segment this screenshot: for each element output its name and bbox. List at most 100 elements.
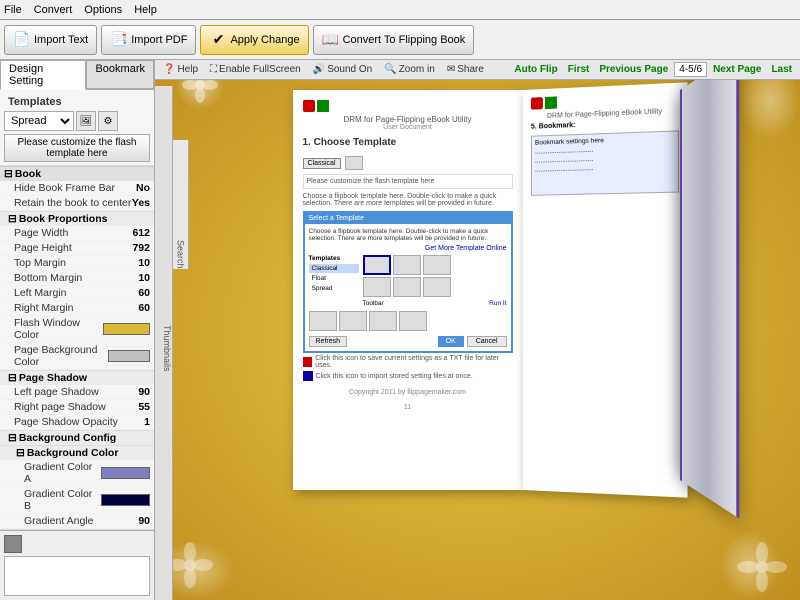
fullscreen-icon: ⛶ (210, 64, 217, 75)
page-width-row: Page Width 612 (0, 226, 154, 241)
tab-design-setting[interactable]: Design Setting (0, 60, 86, 90)
templates-list-label: Templates (309, 255, 359, 262)
template-dialog: Select a Template Choose a flipbook temp… (303, 211, 513, 353)
note-row-1: Click this icon to save current settings… (303, 355, 513, 369)
template-icon-2[interactable]: ⚙ (98, 111, 118, 131)
template-section: Templates Spread 🖼 ⚙ Please customize th… (0, 90, 154, 166)
page-header: DRM for Page-Flipping eBook Utility User… (303, 100, 513, 131)
thumb-9[interactable] (369, 311, 397, 331)
search-label[interactable]: Search (176, 240, 186, 269)
book-area: ❓ Help ⛶ Enable FullScreen 🔊 Sound On 🔍 … (155, 60, 800, 600)
page-bg-swatch[interactable] (108, 350, 150, 362)
thumb-7[interactable] (309, 311, 337, 331)
thumb-10[interactable] (399, 311, 427, 331)
prev-page-button[interactable]: Previous Page (595, 63, 672, 76)
hide-frame-row: Hide Book Frame Bar No (0, 181, 154, 196)
cancel-btn[interactable]: Cancel (467, 336, 507, 347)
help-icon: ❓ (163, 64, 175, 75)
dialog-desc: Choose a flipbook template here. Double-… (309, 228, 507, 242)
templates-label: Templates (4, 93, 150, 111)
note-icon-2 (303, 371, 313, 381)
flash-window-swatch[interactable] (103, 323, 150, 335)
template-float[interactable]: Float (309, 274, 359, 283)
last-page-button[interactable]: Last (767, 63, 796, 76)
note-icon-1 (303, 357, 313, 367)
thumb-6[interactable] (423, 277, 451, 297)
thumbnails-label[interactable]: Thumbnails (162, 325, 172, 372)
left-panel: Design Setting Bookmark Templates Spread… (0, 60, 155, 600)
dialog-footer-row: Refresh OK Cancel (309, 336, 507, 347)
left-shadow-row: Left page Shadow 90 (0, 385, 154, 400)
user-doc: User Document (303, 124, 513, 131)
thumb-1[interactable] (363, 255, 391, 275)
thumb-2[interactable] (393, 255, 421, 275)
more-link[interactable]: Get More Template Online (309, 245, 507, 252)
page-bg-row: Page Background Color (0, 343, 154, 370)
template-icon-1[interactable]: 🖼 (76, 111, 96, 131)
menu-help[interactable]: Help (134, 4, 157, 16)
dialog-action-btns: OK Cancel (438, 336, 507, 347)
template-classical[interactable]: Classical (309, 264, 359, 273)
apply-icon: ✔ (209, 31, 227, 49)
convert-button[interactable]: 📖 Convert To Flipping Book (313, 25, 475, 55)
page-icons (303, 100, 329, 112)
gradient-a-swatch[interactable] (101, 467, 150, 479)
zoom-tool[interactable]: 🔍 Zoom in (380, 63, 439, 76)
thumb-5[interactable] (393, 277, 421, 297)
icon-green (317, 100, 329, 112)
menu-convert[interactable]: Convert (34, 4, 73, 16)
thumb-4[interactable] (363, 277, 391, 297)
book-section-header[interactable]: ⊟ Book (0, 166, 154, 181)
import-text-button[interactable]: 📄 Import Text (4, 25, 97, 55)
gradient-angle-row: Gradient Angle 90 (0, 514, 154, 529)
sound-tool[interactable]: 🔊 Sound On (309, 63, 377, 76)
right-page: DRM for Page-Flipping eBook Utility 5. B… (523, 82, 688, 497)
page-number: 11 (303, 404, 513, 411)
thumb-8[interactable] (339, 311, 367, 331)
run-it-btn[interactable]: Run It (489, 300, 506, 307)
settings-tree: ⊟ Book Hide Book Frame Bar No Retain the… (0, 166, 154, 530)
right-page-bookmark-title: 5. Bookmark: (530, 118, 678, 131)
next-page-button[interactable]: Next Page (709, 63, 765, 76)
right-icon-red (530, 97, 542, 110)
share-tool[interactable]: ✉ Share (443, 63, 488, 76)
book-content: DRM for Page-Flipping eBook Utility User… (155, 80, 800, 594)
app-name: DRM for Page-Flipping eBook Utility (303, 115, 513, 124)
search-strip: Search (173, 140, 189, 269)
help-tool[interactable]: ❓ Help (159, 63, 202, 76)
template-spread[interactable]: Spread (309, 284, 359, 293)
apply-change-button[interactable]: ✔ Apply Change (200, 25, 308, 55)
dialog-title: Select a Template (305, 213, 511, 224)
turning-page (680, 60, 739, 519)
menu-options[interactable]: Options (84, 4, 122, 16)
template-list: Templates Classical Float Spread (309, 255, 359, 307)
import-pdf-icon: 📑 (110, 31, 128, 49)
thumbnails-strip: Thumbnails (155, 86, 173, 600)
bg-config-header[interactable]: ⊟ Background Config (0, 430, 154, 445)
ok-btn[interactable]: OK (438, 336, 464, 347)
icon-red (303, 100, 315, 112)
bottom-margin-row: Bottom Margin 10 (0, 271, 154, 286)
bottom-left-panel (0, 530, 154, 600)
page-title: 1. Choose Template (303, 137, 513, 148)
proportions-header[interactable]: ⊟ Book Proportions (0, 211, 154, 226)
tab-bookmark[interactable]: Bookmark (86, 60, 154, 89)
bg-color-header[interactable]: ⊟ Background Color (0, 445, 154, 460)
customize-template-button[interactable]: Please customize the flash template here (4, 134, 150, 162)
fullscreen-tool[interactable]: ⛶ Enable FullScreen (206, 63, 305, 76)
first-page-button[interactable]: First (564, 63, 594, 76)
template-thumbs-row1 (363, 255, 507, 275)
note-row-2: Click this icon to import stored setting… (303, 371, 513, 381)
classical-btn[interactable]: Classical (303, 158, 341, 169)
refresh-btn[interactable]: Refresh (309, 336, 348, 347)
thumb-3[interactable] (423, 255, 451, 275)
menu-file[interactable]: File (4, 4, 22, 16)
main-layout: Design Setting Bookmark Templates Spread… (0, 60, 800, 600)
right-margin-row: Right Margin 60 (0, 301, 154, 316)
zoom-icon: 🔍 (384, 64, 396, 75)
shadow-header[interactable]: ⊟ Page Shadow (0, 370, 154, 385)
auto-flip-button[interactable]: Auto Flip (510, 63, 561, 76)
spread-select[interactable]: Spread (4, 111, 74, 131)
import-pdf-button[interactable]: 📑 Import PDF (101, 25, 196, 55)
gradient-b-swatch[interactable] (101, 494, 150, 506)
